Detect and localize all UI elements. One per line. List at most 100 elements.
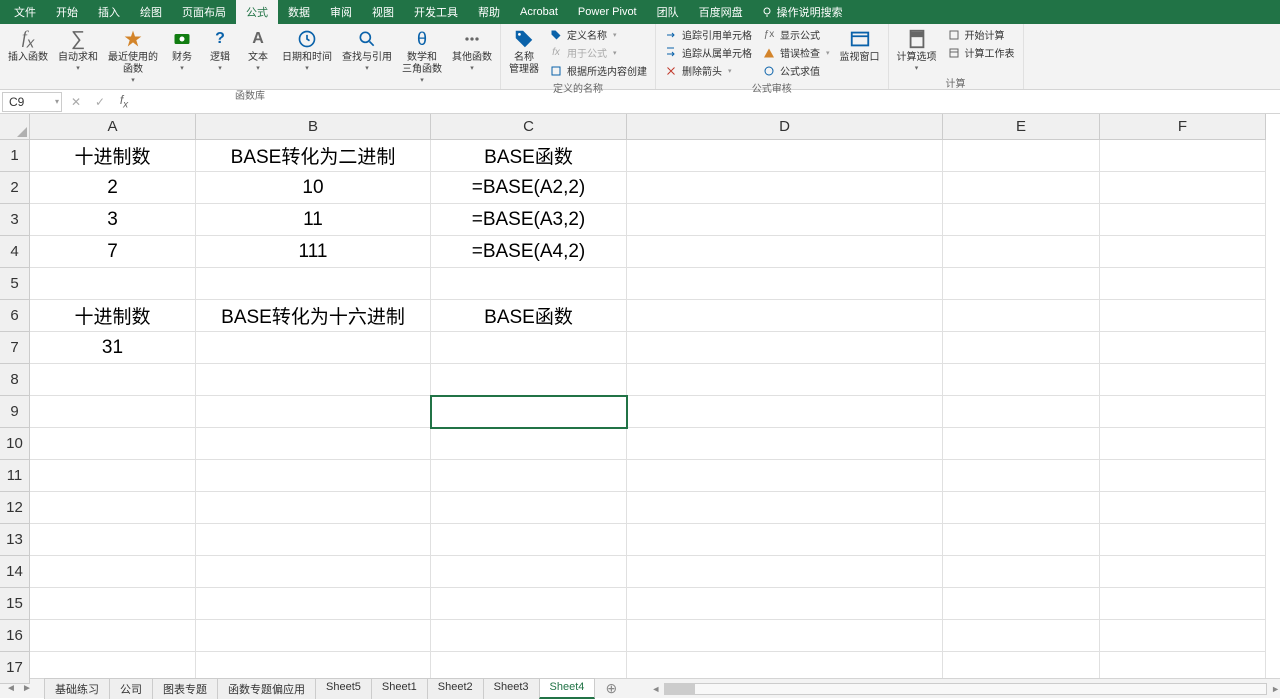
cell-B9[interactable] <box>196 396 431 428</box>
cell-E13[interactable] <box>943 524 1100 556</box>
row-header-5[interactable]: 5 <box>0 268 30 300</box>
row-header-9[interactable]: 9 <box>0 396 30 428</box>
tab-视图[interactable]: 视图 <box>362 0 404 24</box>
sheet-tab-Sheet3[interactable]: Sheet3 <box>483 678 539 699</box>
row-header-2[interactable]: 2 <box>0 172 30 204</box>
cell-D8[interactable] <box>627 364 943 396</box>
cell-D15[interactable] <box>627 588 943 620</box>
cell-A2[interactable]: 2 <box>30 172 196 204</box>
cell-C13[interactable] <box>431 524 627 556</box>
insert-function-button[interactable]: fx 插入函数 <box>4 26 52 66</box>
cell-B1[interactable]: BASE转化为二进制 <box>196 140 431 172</box>
row-header-12[interactable]: 12 <box>0 492 30 524</box>
row-header-11[interactable]: 11 <box>0 460 30 492</box>
cell-D14[interactable] <box>627 556 943 588</box>
cell-E1[interactable] <box>943 140 1100 172</box>
row-header-7[interactable]: 7 <box>0 332 30 364</box>
cell-A11[interactable] <box>30 460 196 492</box>
cell-B13[interactable] <box>196 524 431 556</box>
cell-E16[interactable] <box>943 620 1100 652</box>
tab-百度网盘[interactable]: 百度网盘 <box>689 0 753 24</box>
cell-E5[interactable] <box>943 268 1100 300</box>
cell-B5[interactable] <box>196 268 431 300</box>
show-formula-button[interactable]: ƒx 显示公式 <box>758 26 834 43</box>
cell-F5[interactable] <box>1100 268 1266 300</box>
row-header-16[interactable]: 16 <box>0 620 30 652</box>
cell-F9[interactable] <box>1100 396 1266 428</box>
cell-D10[interactable] <box>627 428 943 460</box>
cell-B6[interactable]: BASE转化为十六进制 <box>196 300 431 332</box>
cell-F13[interactable] <box>1100 524 1266 556</box>
name-manager-button[interactable]: 名称 管理器 <box>505 26 543 78</box>
column-header-D[interactable]: D <box>627 114 943 140</box>
row-header-14[interactable]: 14 <box>0 556 30 588</box>
cell-D3[interactable] <box>627 204 943 236</box>
tab-文件[interactable]: 文件 <box>4 0 46 24</box>
cell-C3[interactable]: =BASE(A3,2) <box>431 204 627 236</box>
row-header-4[interactable]: 4 <box>0 236 30 268</box>
auto-sum-button[interactable]: ∑ 自动求和 ▾ <box>54 26 102 74</box>
cell-C6[interactable]: BASE函数 <box>431 300 627 332</box>
cell-D9[interactable] <box>627 396 943 428</box>
cell-D4[interactable] <box>627 236 943 268</box>
cell-E10[interactable] <box>943 428 1100 460</box>
cell-E4[interactable] <box>943 236 1100 268</box>
recent-functions-button[interactable]: 最近使用的 函数 ▾ <box>104 26 162 86</box>
cell-C16[interactable] <box>431 620 627 652</box>
column-header-F[interactable]: F <box>1100 114 1266 140</box>
row-header-3[interactable]: 3 <box>0 204 30 236</box>
cell-E7[interactable] <box>943 332 1100 364</box>
cell-F1[interactable] <box>1100 140 1266 172</box>
cell-A5[interactable] <box>30 268 196 300</box>
column-header-B[interactable]: B <box>196 114 431 140</box>
other-functions-button[interactable]: 其他函数 ▾ <box>448 26 496 74</box>
cell-A6[interactable]: 十进制数 <box>30 300 196 332</box>
datetime-button[interactable]: 日期和时间 ▾ <box>278 26 336 74</box>
cell-E6[interactable] <box>943 300 1100 332</box>
tab-开发工具[interactable]: 开发工具 <box>404 0 468 24</box>
cell-D11[interactable] <box>627 460 943 492</box>
remove-arrows-button[interactable]: 删除箭头▾ <box>660 62 756 79</box>
cell-B7[interactable] <box>196 332 431 364</box>
cell-A16[interactable] <box>30 620 196 652</box>
eval-formula-button[interactable]: 公式求值 <box>758 62 834 79</box>
cell-A7[interactable]: 31 <box>30 332 196 364</box>
cell-C5[interactable] <box>431 268 627 300</box>
calc-options-button[interactable]: 计算选项 ▾ <box>893 26 941 74</box>
cell-D5[interactable] <box>627 268 943 300</box>
cell-D13[interactable] <box>627 524 943 556</box>
cell-B2[interactable]: 10 <box>196 172 431 204</box>
cell-C7[interactable] <box>431 332 627 364</box>
calc-sheet-button[interactable]: 计算工作表 <box>943 44 1019 61</box>
sheet-tab-Sheet1[interactable]: Sheet1 <box>371 678 427 699</box>
cell-B14[interactable] <box>196 556 431 588</box>
text-button[interactable]: A 文本 ▾ <box>240 26 276 74</box>
tab-Power Pivot[interactable]: Power Pivot <box>568 2 647 22</box>
cell-D12[interactable] <box>627 492 943 524</box>
create-from-selection-button[interactable]: 根据所选内容创建 <box>545 62 651 79</box>
cell-C9[interactable] <box>431 396 627 428</box>
cell-D2[interactable] <box>627 172 943 204</box>
column-header-C[interactable]: C <box>431 114 627 140</box>
tab-数据[interactable]: 数据 <box>278 0 320 24</box>
column-header-E[interactable]: E <box>943 114 1100 140</box>
cell-B12[interactable] <box>196 492 431 524</box>
tab-页面布局[interactable]: 页面布局 <box>172 0 236 24</box>
cell-C4[interactable]: =BASE(A4,2) <box>431 236 627 268</box>
sheet-tab-图表专题[interactable]: 图表专题 <box>152 678 217 699</box>
cell-C1[interactable]: BASE函数 <box>431 140 627 172</box>
cell-A10[interactable] <box>30 428 196 460</box>
sheet-tab-函数专题偏应用[interactable]: 函数专题偏应用 <box>217 678 315 699</box>
sheet-tab-基础练习[interactable]: 基础练习 <box>44 678 109 699</box>
sheet-tab-Sheet4[interactable]: Sheet4 <box>539 678 596 699</box>
cell-F15[interactable] <box>1100 588 1266 620</box>
cell-F6[interactable] <box>1100 300 1266 332</box>
cell-B10[interactable] <box>196 428 431 460</box>
calc-now-button[interactable]: 开始计算 <box>943 26 1019 43</box>
cell-B8[interactable] <box>196 364 431 396</box>
cell-E12[interactable] <box>943 492 1100 524</box>
tab-审阅[interactable]: 审阅 <box>320 0 362 24</box>
cell-E3[interactable] <box>943 204 1100 236</box>
cell-A3[interactable]: 3 <box>30 204 196 236</box>
cell-A9[interactable] <box>30 396 196 428</box>
